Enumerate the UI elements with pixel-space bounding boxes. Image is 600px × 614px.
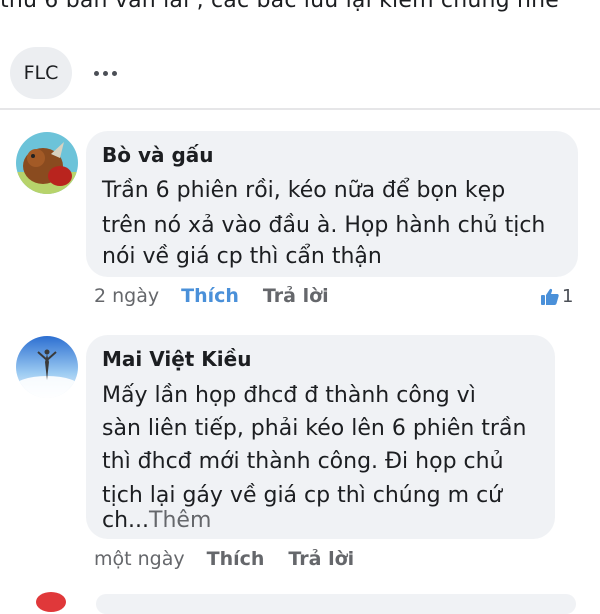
see-more-link[interactable]: Thêm <box>149 508 211 533</box>
divider <box>0 108 600 110</box>
post-tags: FLC <box>10 47 119 99</box>
thumbs-up-icon <box>541 288 559 305</box>
avatar[interactable] <box>16 132 78 194</box>
comment-text-line: sàn liên tiếp, phải kéo lên 6 phiên trần <box>102 416 527 441</box>
comment-text-line: trên nó xả vào đầu à. Họp hành chủ tịch <box>102 213 546 238</box>
comment-bubble: Bò và gấu Trần 6 phiên rồi, kéo nữa để b… <box>86 131 578 277</box>
comment-text-line: Mấy lần họp đhcđ đ thành công vì <box>102 383 476 408</box>
comment-time: 2 ngày <box>94 285 160 307</box>
reply-button[interactable]: Trả lời <box>263 285 329 307</box>
like-button[interactable]: Thích <box>181 285 239 307</box>
comment-actions: 2 ngày Thích Trả lời <box>94 285 329 307</box>
comment-text-line: thì đhcđ mới thành công. Đi họp chủ <box>102 449 504 474</box>
tag-chip-flc[interactable]: FLC <box>10 47 72 99</box>
comment-author[interactable]: Bò và gấu <box>102 143 214 167</box>
comment-text-line: nói về giá cp thì cẩn thận <box>102 244 382 269</box>
truncated-text: ch... <box>102 508 150 533</box>
post-caption: thứ 6 bán vẫn lãi , các bác lưu lại kiểm… <box>0 0 560 13</box>
avatar[interactable] <box>16 336 78 398</box>
comment-author[interactable]: Mai Việt Kiều <box>102 347 251 371</box>
avatar[interactable] <box>36 592 66 612</box>
more-horizontal-icon[interactable] <box>92 65 119 82</box>
comment-text-line: Trần 6 phiên rồi, kéo nữa để bọn kẹp <box>102 178 506 203</box>
reaction-summary[interactable]: 1 <box>540 286 573 307</box>
comment-text-line: ch...Thêm <box>102 503 211 538</box>
comment-bubble: Mai Việt Kiều Mấy lần họp đhcđ đ thành c… <box>86 335 555 539</box>
reaction-count: 1 <box>562 286 574 307</box>
comment-bubble <box>96 594 576 614</box>
comment-time: một ngày <box>94 548 185 570</box>
comment-actions: một ngày Thích Trả lời <box>94 548 354 570</box>
reply-button[interactable]: Trả lời <box>288 548 354 570</box>
like-button[interactable]: Thích <box>207 548 265 570</box>
